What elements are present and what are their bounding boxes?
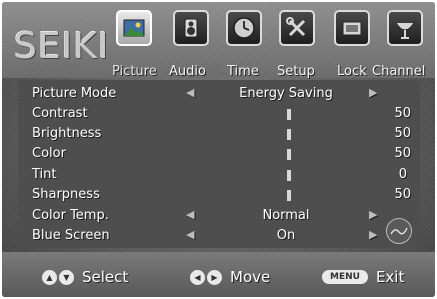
sharpness-row[interactable]: Sharpness 50 [18, 185, 420, 205]
sharpness-slider-thumb[interactable] [287, 190, 291, 201]
menu-key-icon: MENU [322, 270, 368, 284]
color-label: Color [32, 146, 66, 161]
color-temp-row[interactable]: Color Temp. ◀ Normal ▶ [18, 206, 420, 226]
brightness-row[interactable]: Brightness 50 [18, 124, 420, 144]
blue-screen-row[interactable]: Blue Screen ◀ On ▶ [18, 226, 420, 246]
wrench-icon [286, 17, 306, 37]
brightness-slider-thumb[interactable] [287, 129, 291, 140]
tab-label-setup: Setup [277, 64, 315, 79]
arrow-right-icon[interactable]: ▶ [369, 228, 377, 241]
up-down-keys-icon: ▲ ▼ [42, 269, 74, 285]
color-slider-thumb[interactable] [287, 149, 291, 160]
sharpness-label: Sharpness [32, 187, 100, 202]
tab-label-time: Time [227, 64, 259, 79]
lock-icon [342, 21, 362, 36]
tab-setup[interactable]: Setup [277, 10, 315, 79]
contrast-row[interactable]: Contrast 50 [18, 104, 420, 124]
contrast-label: Contrast [32, 106, 88, 121]
move-hint-label: Move [230, 268, 271, 286]
left-right-keys-icon: ◀ ▶ [190, 269, 222, 285]
blue-screen-label: Blue Screen [32, 228, 110, 243]
tab-audio[interactable]: Audio [169, 10, 209, 79]
exit-hint: MENU Exit [322, 268, 404, 286]
color-value: 50 [394, 146, 411, 161]
color-row[interactable]: Color 50 [18, 144, 420, 164]
certification-badge-icon [386, 218, 412, 244]
picture-icon [123, 19, 145, 37]
tab-label-lock: Lock [337, 64, 367, 79]
contrast-value: 50 [394, 106, 411, 121]
tab-label-picture: Picture [112, 64, 157, 79]
contrast-slider-thumb[interactable] [287, 109, 291, 120]
tab-label-channel: Channel [372, 64, 426, 79]
blue-screen-value: On [276, 228, 296, 243]
picture-settings-panel: Picture Mode ◀ Energy Saving ▶ Contrast … [18, 80, 420, 248]
arrow-left-icon[interactable]: ◀ [186, 208, 194, 221]
tab-picture[interactable]: Picture [112, 10, 157, 79]
color-temp-label: Color Temp. [32, 208, 109, 223]
tab-lock[interactable]: Lock [334, 10, 370, 79]
picture-mode-row[interactable]: Picture Mode ◀ Energy Saving ▶ [18, 84, 420, 104]
picture-mode-value: Energy Saving [239, 86, 333, 101]
tint-label: Tint [32, 167, 57, 182]
tint-row[interactable]: Tint 0 [18, 165, 420, 185]
arrow-right-icon[interactable]: ▶ [369, 208, 377, 221]
tab-time[interactable]: Time [226, 10, 262, 79]
tint-slider-thumb[interactable] [287, 170, 291, 181]
exit-hint-label: Exit [375, 268, 405, 286]
audio-icon [184, 18, 198, 38]
arrow-left-icon[interactable]: ◀ [186, 86, 194, 99]
select-hint: ▲ ▼ Select [42, 268, 128, 286]
satellite-dish-icon [395, 22, 415, 39]
brightness-value: 50 [394, 126, 411, 141]
arrow-right-icon[interactable]: ▶ [369, 86, 377, 99]
tab-label-audio: Audio [169, 64, 206, 79]
tint-value: 0 [398, 167, 407, 182]
arrow-left-icon[interactable]: ◀ [186, 228, 194, 241]
move-hint: ◀ ▶ Move [190, 268, 270, 286]
tv-osd-menu: SEIKI Picture Audio Time Setup Lock Chan… [2, 2, 435, 297]
sharpness-value: 50 [394, 187, 411, 202]
clock-icon [233, 17, 255, 39]
select-hint-label: Select [82, 268, 129, 286]
footer-hint-bar: ▲ ▼ Select ◀ ▶ Move MENU Exit [2, 252, 435, 297]
brightness-label: Brightness [32, 126, 102, 141]
tab-channel[interactable]: Channel [372, 10, 425, 79]
picture-mode-label: Picture Mode [32, 86, 117, 101]
brand-logo: SEIKI [14, 26, 110, 67]
color-temp-value: Normal [262, 208, 310, 223]
